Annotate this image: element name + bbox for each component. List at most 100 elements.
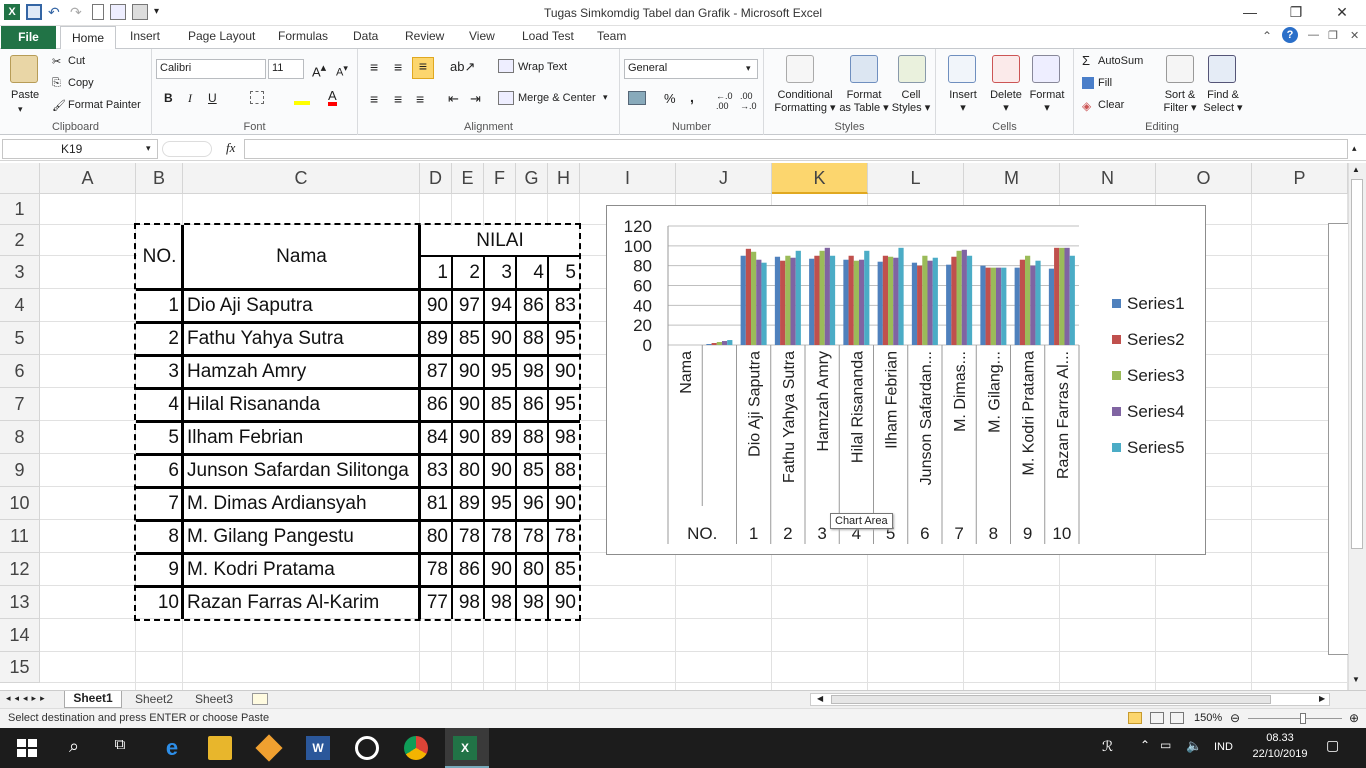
column-header-n[interactable]: N [1060, 163, 1156, 194]
table-cell-nilai[interactable]: 84 [421, 422, 451, 453]
table-cell-no[interactable]: 9 [137, 554, 182, 585]
volume-icon[interactable]: 🔈 [1186, 738, 1202, 754]
clock-time[interactable]: 08.33 [1250, 732, 1310, 744]
italic-button[interactable]: I [188, 91, 192, 106]
table-cell-nilai[interactable]: 85 [517, 455, 547, 486]
increase-decimal-icon[interactable]: ←.0.00 [716, 91, 733, 111]
scroll-left-icon[interactable]: ◀ [817, 694, 823, 703]
table-cell-no[interactable]: 3 [137, 356, 182, 387]
page-break-view-icon[interactable] [1170, 712, 1184, 724]
decrease-indent-icon[interactable]: ⇤ [448, 91, 459, 107]
row-header-2[interactable]: 2 [0, 225, 40, 256]
table-cell-nilai[interactable]: 90 [485, 323, 515, 354]
table-cell-nilai[interactable]: 83 [421, 455, 451, 486]
row-header-5[interactable]: 5 [0, 322, 40, 355]
row-header-15[interactable]: 15 [0, 652, 40, 683]
table-cell-nilai[interactable]: 80 [517, 554, 547, 585]
sort-filter-button[interactable]: Sort & Filter ▾ [1160, 89, 1200, 114]
zoom-slider-thumb[interactable] [1300, 713, 1306, 724]
column-header-f[interactable]: F [484, 163, 516, 194]
table-cell-nilai[interactable]: 86 [517, 290, 547, 321]
copy-button[interactable]: Copy [68, 77, 94, 89]
font-name-input[interactable]: Calibri [156, 59, 266, 79]
sheet-tab-1[interactable]: Sheet1 [64, 691, 122, 708]
table-cell-no[interactable]: 2 [137, 323, 182, 354]
table-cell-nilai[interactable]: 89 [485, 422, 515, 453]
column-header-p[interactable]: P [1252, 163, 1348, 194]
scroll-down-icon[interactable]: ▼ [1352, 675, 1360, 684]
column-header-k[interactable]: K [772, 163, 868, 194]
expand-formula-bar-icon[interactable]: ▴ [1352, 143, 1357, 154]
align-middle-icon[interactable]: ≡ [394, 59, 402, 75]
format-cells-button[interactable]: Format ▾ [1028, 89, 1066, 114]
input-language[interactable]: IND [1214, 741, 1233, 753]
table-cell-nilai[interactable]: 80 [421, 521, 451, 552]
find-select-button[interactable]: Find & Select ▾ [1202, 89, 1244, 114]
zoom-level[interactable]: 150% [1194, 712, 1222, 724]
partial-chart-object[interactable] [1328, 223, 1348, 655]
table-cell-no[interactable]: 10 [137, 587, 182, 618]
wrap-text-button[interactable]: Wrap Text [518, 61, 567, 73]
underline-button[interactable]: U [208, 91, 217, 105]
table-cell-nilai[interactable]: 86 [421, 389, 451, 420]
scroll-right-icon[interactable]: ▶ [1319, 694, 1325, 703]
table-cell-nilai[interactable]: 88 [549, 455, 579, 486]
table-cell-nilai[interactable]: 90 [453, 389, 483, 420]
table-cell-nilai[interactable]: 78 [453, 521, 483, 552]
tab-home[interactable]: Home [60, 26, 116, 50]
table-cell-nilai[interactable]: 85 [549, 554, 579, 585]
align-center-icon[interactable]: ≡ [394, 91, 402, 107]
table-cell-no[interactable]: 4 [137, 389, 182, 420]
increase-indent-icon[interactable]: ⇥ [470, 91, 481, 107]
clear-button[interactable]: Clear [1098, 99, 1124, 111]
row-header-3[interactable]: 3 [0, 256, 40, 289]
table-cell-nilai[interactable]: 80 [453, 455, 483, 486]
comma-button[interactable]: , [690, 89, 694, 105]
clock-date[interactable]: 22/10/2019 [1246, 748, 1314, 760]
number-format-select[interactable]: General [624, 59, 758, 79]
select-all-button[interactable] [0, 163, 40, 194]
name-box-dropdown-icon[interactable]: ▾ [146, 143, 151, 154]
table-cell-nilai[interactable]: 90 [549, 587, 579, 618]
minimize-ribbon-icon[interactable]: ⌃ [1262, 29, 1272, 43]
chart-area[interactable]: 120 100 80 60 40 20 0 Nama Dio Aji Saputra Fathu … [606, 205, 1206, 555]
align-top-icon[interactable]: ≡ [370, 59, 378, 75]
row-header-11[interactable]: 11 [0, 520, 40, 553]
row-header-9[interactable]: 9 [0, 454, 40, 487]
horizontal-scrollbar[interactable]: ◀ ▶ [810, 693, 1330, 706]
table-cell-nilai[interactable]: 86 [517, 389, 547, 420]
font-size-input[interactable]: 11 [268, 59, 304, 79]
table-cell-nilai[interactable]: 90 [485, 554, 515, 585]
tab-insert[interactable]: Insert [130, 29, 160, 43]
windows-start-icon[interactable] [14, 736, 38, 760]
table-header-nilai[interactable]: NILAI [421, 226, 579, 256]
merge-center-button[interactable]: Merge & Center [518, 92, 596, 104]
network-icon[interactable]: ▭ [1160, 738, 1171, 752]
sheet-nav-icon[interactable]: ◂◂◂▸▸ [6, 693, 49, 704]
formula-bar-splitter[interactable] [162, 141, 212, 157]
people-icon[interactable]: ℛ [1102, 738, 1113, 755]
format-painter-button[interactable]: Format Painter [68, 99, 141, 111]
table-header-nama[interactable]: Nama [184, 226, 419, 288]
insert-cells-button[interactable]: Insert ▾ [948, 89, 978, 114]
decrease-decimal-icon[interactable]: .00 →.0 [740, 91, 757, 111]
fill-color-icon[interactable] [294, 89, 310, 105]
row-header-12[interactable]: 12 [0, 553, 40, 586]
column-header-c[interactable]: C [183, 163, 420, 194]
cut-button[interactable]: Cut [68, 55, 85, 67]
align-bottom-icon[interactable]: ≡ [412, 57, 434, 79]
table-cell-nilai[interactable]: 83 [549, 290, 579, 321]
insert-sheet-icon[interactable] [252, 693, 268, 705]
column-header-m[interactable]: M [964, 163, 1060, 194]
table-cell-nilai[interactable]: 77 [421, 587, 451, 618]
insert-function-button[interactable]: fx [226, 140, 235, 156]
column-header-e[interactable]: E [452, 163, 484, 194]
conditional-formatting-button[interactable]: Conditional Formatting ▾ [770, 89, 840, 114]
vertical-scroll-thumb[interactable] [1351, 179, 1363, 549]
table-cell-nilai[interactable]: 98 [517, 587, 547, 618]
row-header-4[interactable]: 4 [0, 289, 40, 322]
column-header-j[interactable]: J [676, 163, 772, 194]
table-cell-nama[interactable]: M. Dimas Ardiansyah [184, 488, 419, 519]
scroll-up-icon[interactable]: ▲ [1352, 165, 1360, 174]
file-explorer-icon[interactable] [208, 736, 232, 760]
